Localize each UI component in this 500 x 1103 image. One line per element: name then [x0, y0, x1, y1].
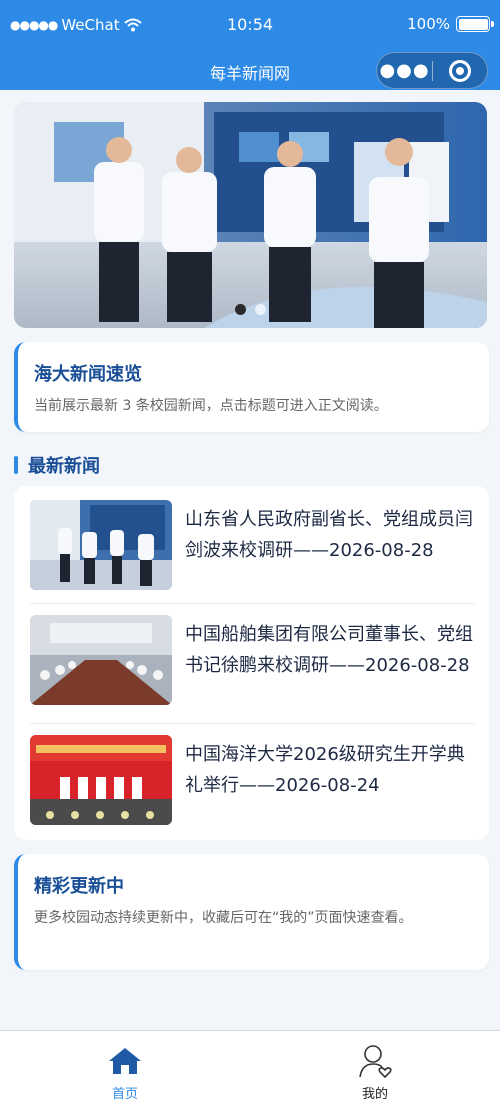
section-accent-bar — [14, 456, 18, 474]
carousel-indicators — [14, 304, 487, 315]
news-thumb-3[interactable] — [30, 735, 172, 825]
banner-carousel[interactable] — [14, 102, 487, 328]
update-card: 精彩更新中 更多校园动态持续更新中，收藏后可在“我的”页面快速查看。 — [14, 854, 489, 970]
user-icon — [357, 1043, 393, 1079]
more-dots-icon[interactable]: ●●● — [377, 60, 432, 81]
banner-image — [14, 102, 487, 328]
nav-bar: 每羊新闻网 ●●● — [0, 52, 500, 90]
news-title-2[interactable]: 中国船舶集团有限公司董事长、党组书记徐鹏来校调研——2026-08-28 — [185, 619, 477, 681]
tab-home-label: 首页 — [111, 1087, 138, 1102]
news-thumb-2[interactable] — [30, 615, 172, 705]
target-icon[interactable] — [433, 59, 487, 82]
news-divider — [30, 603, 475, 604]
update-desc: 更多校园动态持续更新中，收藏后可在“我的”页面快速查看。 — [34, 910, 413, 926]
intro-title: 海大新闻速览 — [34, 364, 142, 385]
carousel-dot-2[interactable] — [255, 304, 266, 315]
news-divider — [30, 723, 475, 724]
carousel-dot-1[interactable] — [235, 304, 246, 315]
battery: 100% — [407, 15, 494, 33]
section-title: 最新新闻 — [28, 456, 100, 477]
update-title: 精彩更新中 — [34, 876, 124, 897]
news-item-1[interactable]: 山东省人民政府副省长、党组成员闫剑波来校调研——2026-08-28 — [30, 500, 475, 592]
miniprogram-capsule: ●●● — [376, 52, 488, 89]
intro-desc: 当前展示最新 3 条校园新闻，点击标题可进入正文阅读。 — [34, 398, 388, 414]
latest-news-heading: 最新新闻 — [14, 452, 100, 478]
news-thumb-1[interactable] — [30, 500, 172, 590]
news-title-3[interactable]: 中国海洋大学2026级研究生开学典礼举行——2026-08-24 — [185, 739, 477, 801]
news-title-1[interactable]: 山东省人民政府副省长、党组成员闫剑波来校调研——2026-08-28 — [185, 504, 477, 566]
tab-me-label: 我的 — [361, 1087, 388, 1102]
news-item-3[interactable]: 中国海洋大学2026级研究生开学典礼举行——2026-08-24 — [30, 735, 475, 827]
intro-card: 海大新闻速览 当前展示最新 3 条校园新闻，点击标题可进入正文阅读。 — [14, 342, 489, 432]
tab-home[interactable]: 首页 — [0, 1031, 250, 1103]
battery-percent: 100% — [407, 15, 450, 33]
news-item-2[interactable]: 中国船舶集团有限公司董事长、党组书记徐鹏来校调研——2026-08-28 — [30, 615, 475, 707]
battery-icon — [456, 16, 494, 32]
tab-bar: 首页 我的 — [0, 1030, 500, 1103]
home-icon — [107, 1043, 143, 1079]
status-bar: ●●●●● WeChat 10:54 100% — [0, 0, 500, 52]
tab-me[interactable]: 我的 — [250, 1031, 500, 1103]
news-list: 山东省人民政府副省长、党组成员闫剑波来校调研——2026-08-28 中国船舶集… — [14, 486, 489, 840]
